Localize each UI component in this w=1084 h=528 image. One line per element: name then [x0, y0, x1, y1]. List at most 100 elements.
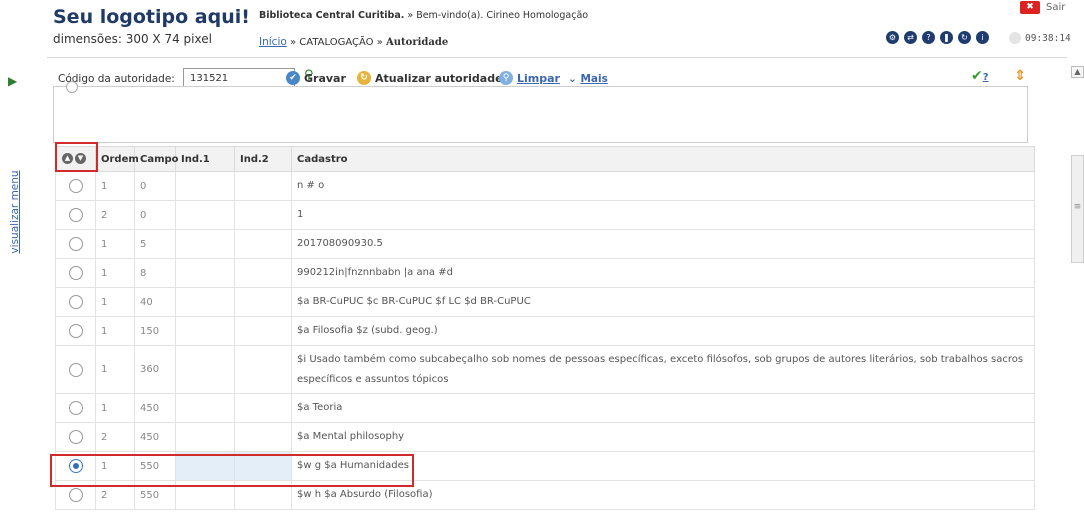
cell-ind1 — [175, 287, 235, 317]
info-icon[interactable]: i — [976, 31, 989, 44]
cell-ind2 — [234, 422, 292, 452]
show-menu-label: visualizar menu — [9, 170, 21, 254]
breadcrumb-home-link[interactable]: Início — [259, 36, 287, 48]
clear-button[interactable]: ⚲ Limpar — [499, 69, 560, 87]
header-divider — [47, 57, 1067, 58]
catalog-authority-page: Seu logotipo aqui! dimensões: 300 X 74 p… — [0, 0, 1084, 528]
cell-ind1 — [175, 200, 235, 230]
more-menu[interactable]: ⌄ Mais — [568, 73, 608, 85]
save-button[interactable]: ✔ Gravar — [286, 69, 346, 87]
panel-radio[interactable] — [66, 81, 78, 93]
exit-label: Sair — [1046, 1, 1066, 13]
welcome-text: » Bem-vindo(a). Cirineo Homologação — [404, 10, 589, 21]
table-row[interactable]: 2 450 $a Mental philosophy — [55, 422, 1035, 452]
row-radio[interactable] — [68, 430, 83, 444]
cell-cadastro: $i Usado também como subcabeçalho sob no… — [291, 345, 1035, 394]
validate-label: ? — [982, 72, 989, 83]
column-header-ind1[interactable]: Ind.1 — [175, 146, 235, 172]
cell-campo: 5 — [134, 229, 176, 259]
row-radio[interactable] — [68, 266, 83, 280]
cell-cadastro: n # o — [291, 171, 1035, 201]
row-select-cell — [55, 171, 96, 201]
table-row[interactable]: 1 40 $a BR-CuPUC $c BR-CuPUC $f LC $d BR-C… — [55, 287, 1035, 317]
more-label: Mais — [580, 73, 608, 85]
column-header-ordem[interactable]: Ordem — [95, 146, 139, 172]
validate-button[interactable]: ✔? — [971, 68, 989, 84]
check-icon: ✔ — [971, 68, 983, 84]
cell-ind1 — [175, 393, 235, 423]
update-label: Atualizar autoridade — [375, 71, 503, 85]
row-radio[interactable] — [68, 488, 83, 502]
cell-cadastro: 1 — [291, 200, 1035, 230]
table-row[interactable]: 10 n # o — [55, 171, 1035, 201]
cell-ordem: 1 — [95, 393, 135, 423]
cell-cadastro: $a Filosofia $z (subd. geog.) — [291, 316, 1035, 346]
cell-ind1 — [175, 258, 235, 288]
expand-menu-icon[interactable]: ▶ — [8, 74, 17, 88]
fields-panel — [53, 81, 1028, 143]
row-select-cell — [55, 422, 96, 452]
cell-ordem: 1 — [95, 345, 135, 394]
save-icon: ✔ — [286, 71, 300, 85]
show-menu-link[interactable]: visualizar menu — [4, 152, 26, 272]
row-select-cell — [55, 229, 96, 259]
cell-cadastro: 201708090930.5 — [291, 229, 1035, 259]
row-radio[interactable] — [68, 401, 83, 415]
row-radio[interactable] — [68, 324, 83, 338]
row-select-cell — [55, 200, 96, 230]
row-select-cell — [55, 393, 96, 423]
table-row[interactable]: 1 8 990212in|fnznnbabn |a ana #d — [55, 258, 1035, 288]
row-radio[interactable] — [68, 295, 83, 309]
clear-label: Limpar — [517, 71, 560, 85]
settings-icon[interactable]: ⚙ — [886, 31, 899, 44]
exit-icon: ✖ — [1020, 0, 1040, 14]
column-header-cadastro[interactable]: Cadastro — [291, 146, 1035, 172]
library-name: Biblioteca Central Curitiba. — [259, 10, 405, 21]
row-radio[interactable] — [68, 179, 83, 193]
row-select-cell — [55, 287, 96, 317]
table-row[interactable]: 1 5 201708090930.5 — [55, 229, 1035, 259]
column-header-campo[interactable]: Campo — [134, 146, 179, 172]
table-row[interactable]: 1 150 $a Filosofia $z (subd. geog.) — [55, 316, 1035, 346]
cell-ind1 — [175, 229, 235, 259]
cell-ordem: 1 — [95, 258, 135, 288]
cell-ordem: 2 — [95, 200, 135, 230]
pause-icon[interactable]: ❚ — [940, 31, 953, 44]
authority-code-input[interactable] — [183, 68, 295, 88]
cell-ordem: 1 — [95, 171, 135, 201]
cell-campo: 450 — [134, 422, 176, 452]
table-row[interactable]: 1 450 $a Teoria — [55, 393, 1035, 423]
exit-button[interactable]: ✖ Sair — [1020, 0, 1065, 14]
cell-ind2 — [234, 287, 292, 317]
refresh-icon[interactable]: ↻ — [958, 31, 971, 44]
cell-ordem: 1 — [95, 287, 135, 317]
cell-ind1 — [175, 422, 235, 452]
cell-campo: 0 — [134, 200, 176, 230]
table-row[interactable]: 1 360 $i Usado também como subcabeçalho so… — [55, 345, 1035, 394]
help-icon[interactable]: ? — [922, 31, 935, 44]
cell-ind1 — [175, 316, 235, 346]
cell-ordem: 1 — [95, 229, 135, 259]
table-row[interactable]: 20 1 — [55, 200, 1035, 230]
column-header-ind2[interactable]: Ind.2 — [234, 146, 292, 172]
save-label: Gravar — [304, 71, 346, 85]
row-radio[interactable] — [68, 362, 83, 377]
cell-cadastro: $a Mental philosophy — [291, 422, 1035, 452]
cell-ind2 — [234, 171, 292, 201]
update-authority-button[interactable]: ↻ Atualizar autoridade — [357, 69, 503, 87]
clear-icon: ⚲ — [499, 71, 513, 85]
grip-icon: ≡ — [1073, 202, 1082, 212]
row-select-cell — [55, 258, 96, 288]
row-select-cell — [55, 345, 96, 394]
cell-campo: 8 — [134, 258, 176, 288]
chevron-down-icon: ⌄ — [568, 73, 577, 85]
exchange-icon[interactable]: ⇄ — [904, 31, 917, 44]
cell-ordem: 1 — [95, 316, 135, 346]
sort-arrows-icon[interactable]: ⇕ — [1012, 68, 1028, 86]
row-radio[interactable] — [68, 208, 83, 222]
cell-campo: 0 — [134, 171, 176, 201]
cell-cadastro: 990212in|fnznnbabn |a ana #d — [291, 258, 1035, 288]
scrollbar-thumb[interactable]: ≡ — [1071, 155, 1084, 263]
scroll-up-button[interactable]: ▲ — [1071, 66, 1084, 78]
row-radio[interactable] — [68, 237, 83, 251]
